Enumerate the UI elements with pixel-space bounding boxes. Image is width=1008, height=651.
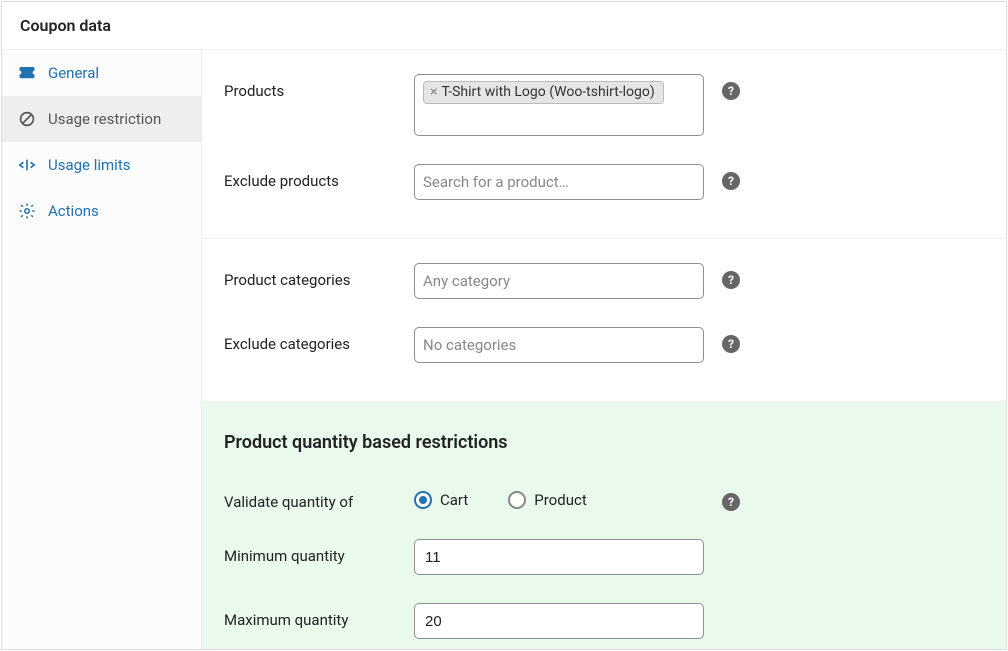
section-title: Product quantity based restrictions <box>202 412 1006 471</box>
panel-body: General Usage restriction Usage limits A… <box>2 49 1006 649</box>
tab-usage-limits[interactable]: Usage limits <box>2 142 201 188</box>
radio-label: Cart <box>440 491 468 509</box>
row-max-quantity: Maximum quantity <box>202 589 1006 649</box>
tab-label: Actions <box>48 202 99 220</box>
products-select[interactable]: × T-Shirt with Logo (Woo-tshirt-logo) <box>414 74 704 136</box>
exclude-products-select[interactable]: Search for a product… <box>414 164 704 200</box>
ticket-icon <box>18 64 36 82</box>
content-area: Products × T-Shirt with Logo (Woo-tshirt… <box>202 50 1006 649</box>
help-icon[interactable]: ? <box>722 271 740 289</box>
max-quantity-input[interactable] <box>414 603 704 639</box>
product-chip: × T-Shirt with Logo (Woo-tshirt-logo) <box>423 81 664 104</box>
tab-general[interactable]: General <box>2 50 201 96</box>
row-exclude-categories: Exclude categories No categories ? <box>202 313 1006 377</box>
label-min-quantity: Minimum quantity <box>224 539 414 565</box>
row-products: Products × T-Shirt with Logo (Woo-tshirt… <box>202 60 1006 150</box>
label-validate-quantity: Validate quantity of <box>224 485 414 511</box>
help-icon[interactable]: ? <box>722 493 740 511</box>
label-exclude-products: Exclude products <box>224 164 414 190</box>
placeholder-text: Any category <box>423 272 510 290</box>
section-category-restrictions: Product categories Any category ? Exclud… <box>202 238 1006 401</box>
product-categories-select[interactable]: Any category <box>414 263 704 299</box>
section-quantity-restrictions: Product quantity based restrictions Vali… <box>202 401 1006 649</box>
panel-title: Coupon data <box>2 2 1006 49</box>
help-icon[interactable]: ? <box>722 335 740 353</box>
min-quantity-input[interactable] <box>414 539 704 575</box>
radio-product[interactable]: Product <box>508 491 586 509</box>
row-product-categories: Product categories Any category ? <box>202 249 1006 313</box>
gear-icon <box>18 202 36 220</box>
tab-usage-restriction[interactable]: Usage restriction <box>2 96 201 142</box>
radio-cart[interactable]: Cart <box>414 491 468 509</box>
limits-icon <box>18 156 36 174</box>
label-products: Products <box>224 74 414 100</box>
tab-label: General <box>48 64 99 82</box>
label-max-quantity: Maximum quantity <box>224 603 414 629</box>
exclude-categories-select[interactable]: No categories <box>414 327 704 363</box>
label-product-categories: Product categories <box>224 263 414 289</box>
chip-remove-icon[interactable]: × <box>428 84 439 100</box>
tab-label: Usage restriction <box>48 110 161 128</box>
validate-quantity-radio-group: Cart Product <box>414 485 704 509</box>
placeholder-text: Search for a product… <box>423 173 569 191</box>
section-product-restrictions: Products × T-Shirt with Logo (Woo-tshirt… <box>202 50 1006 238</box>
row-min-quantity: Minimum quantity <box>202 525 1006 589</box>
radio-unchecked-icon <box>508 491 526 509</box>
row-exclude-products: Exclude products Search for a product… ? <box>202 150 1006 214</box>
label-exclude-categories: Exclude categories <box>224 327 414 353</box>
row-validate-quantity: Validate quantity of Cart Product <box>202 471 1006 525</box>
tab-label: Usage limits <box>48 156 130 174</box>
ban-icon <box>18 110 36 128</box>
placeholder-text: No categories <box>423 336 516 354</box>
radio-checked-icon <box>414 491 432 509</box>
radio-label: Product <box>534 491 586 509</box>
help-icon[interactable]: ? <box>722 82 740 100</box>
help-icon[interactable]: ? <box>722 172 740 190</box>
coupon-data-panel: Coupon data General Usage restriction Us… <box>1 1 1007 650</box>
tab-actions[interactable]: Actions <box>2 188 201 234</box>
sidebar: General Usage restriction Usage limits A… <box>2 50 202 649</box>
chip-label: T-Shirt with Logo (Woo-tshirt-logo) <box>441 84 654 100</box>
